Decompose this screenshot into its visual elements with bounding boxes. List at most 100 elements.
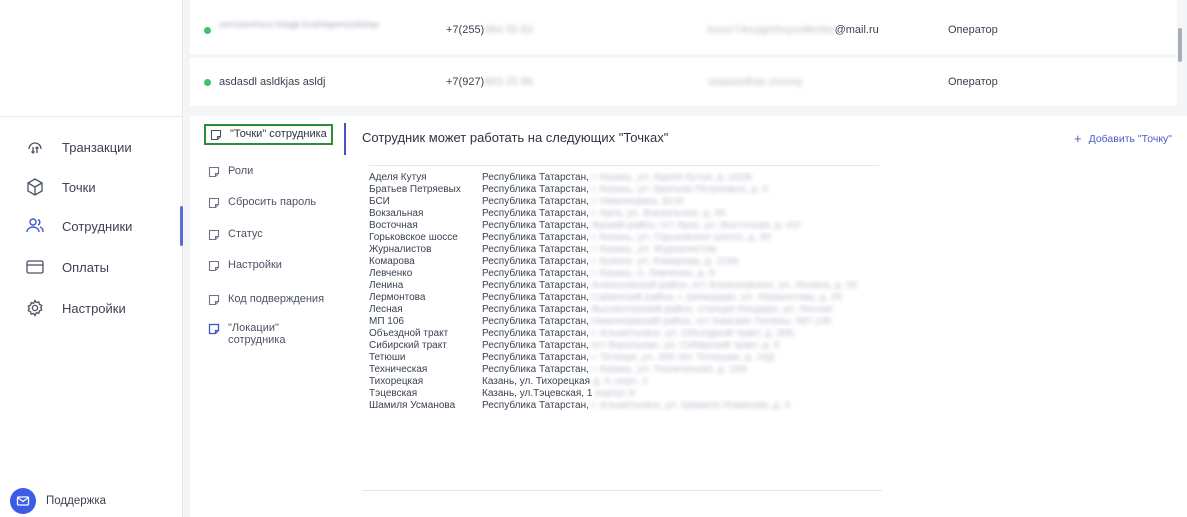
table-row[interactable]: Восточная Республика Татарстан, Арский рай… xyxy=(369,220,879,232)
employee-name: asdasdl asldkjas asldj xyxy=(219,76,326,88)
sidebar-item-label: Настройки xyxy=(62,300,126,316)
point-address-visible: Республика Татарстан, xyxy=(482,316,589,327)
sidebar-item-label: Сотрудники xyxy=(62,218,133,234)
point-address-visible: Республика Татарстан, xyxy=(482,352,589,363)
point-address-hidden: г. Казань, п. Левченко, д. 9 xyxy=(591,268,715,279)
tab-settings[interactable]: Настройки xyxy=(208,259,282,272)
table-row[interactable]: Горьковское шоссе Республика Татарстан, г.… xyxy=(369,232,879,244)
tab-roles[interactable]: Роли xyxy=(208,165,253,178)
note-icon xyxy=(208,197,220,209)
employee-role: Оператор xyxy=(948,76,998,88)
point-address-hidden: корпус 8 xyxy=(595,388,635,399)
point-address: Республика Татарстан, г. Казань, п. Левче… xyxy=(482,268,879,280)
table-row[interactable]: Лермонтова Республика Татарстан, Сабинский… xyxy=(369,292,879,304)
tab-status[interactable]: Статус xyxy=(208,228,263,241)
employee-email: ssaasodhac.mxsxq xyxy=(708,76,802,88)
sidebar-item-transactions[interactable]: Транзакции xyxy=(0,128,183,166)
tab-confirmation-code[interactable]: Код подверждения xyxy=(208,293,324,306)
note-icon xyxy=(210,129,222,141)
point-name: МП 106 xyxy=(369,316,404,327)
table-row[interactable]: Комарова Республика Татарстан, г. Буинск, … xyxy=(369,256,879,268)
table-row[interactable]: Тэцевская Казань, ул.Тэцевская, 1 корпус 8 xyxy=(369,388,879,400)
point-address: Республика Татарстан, г. Казань, ул. Журн… xyxy=(482,244,879,256)
employee-row[interactable]: yamxylumhwuu khtqgk Ecsjrhkgwmzyskickgc … xyxy=(190,6,1177,54)
point-address-visible: Республика Татарстан, xyxy=(482,232,589,243)
tab-label: Код подверждения xyxy=(228,293,325,305)
table-row[interactable]: Вокзальная Республика Татарстан, г. Арск, … xyxy=(369,208,879,220)
sidebar-divider xyxy=(0,116,183,117)
point-address-visible: Республика Татарстан, xyxy=(482,364,589,375)
table-row[interactable]: Шамиля Усманова Республика Татарстан, г. А… xyxy=(369,400,879,412)
tab-reset-password[interactable]: Сбросить пароль xyxy=(208,196,316,209)
table-row[interactable]: МП 106 Республика Татарстан, Нижнекамский … xyxy=(369,316,879,328)
users-icon xyxy=(25,216,45,236)
point-address: Республика Татарстан, Арский район, пгт А… xyxy=(482,220,879,232)
point-address: Республика Татарстан, Алексеевский район,… xyxy=(482,280,879,292)
table-row[interactable]: Тетюши Республика Татарстан, г. Тетюши, ул… xyxy=(369,352,879,364)
table-row[interactable]: Сибирский тракт Республика Татарстан, пгт … xyxy=(369,340,879,352)
point-address-hidden: г. Альметьевск, ул. Шамиля Усманова, д. … xyxy=(591,400,791,411)
status-online-dot xyxy=(204,26,211,34)
point-name: Сибирский тракт xyxy=(369,340,447,351)
point-name: Объездной тракт xyxy=(369,328,449,339)
tab-label: Настройки xyxy=(228,259,282,271)
add-point-button[interactable]: + Добавить "Точку" xyxy=(1074,131,1172,146)
table-row[interactable]: Аделя Кутуя Республика Татарстан, г. Казан… xyxy=(369,172,879,184)
point-address-hidden: г. Казань, ул. Аделя Кутуя, д. 161В xyxy=(591,172,752,183)
table-row[interactable]: Техническая Республика Татарстан, г. Казан… xyxy=(369,364,879,376)
sidebar-item-payments[interactable]: Оплаты xyxy=(0,248,183,286)
point-address-visible: Республика Татарстан, xyxy=(482,340,589,351)
point-address-visible: Казань, ул. Тихорецкая xyxy=(482,376,591,387)
employee-role: Оператор xyxy=(948,24,998,36)
point-address: Казань, ул.Тэцевская, 1 корпус 8 xyxy=(482,388,879,400)
table-row[interactable]: Братьев Петряевых Республика Татарстан, г.… xyxy=(369,184,879,196)
sidebar-item-settings[interactable]: Настройки xyxy=(0,289,183,327)
point-address-hidden: г. Казань, ул. Горьковское шоссе, д. 30 xyxy=(591,232,771,243)
point-address: Республика Татарстан, г. Казань, ул. Адел… xyxy=(482,172,879,184)
note-icon xyxy=(208,166,220,178)
point-address-hidden: Алексеевский район, пгт Алексеевское, ул… xyxy=(591,280,858,291)
point-name: Техническая xyxy=(369,364,428,375)
table-bottom-divider xyxy=(362,490,882,491)
table-row[interactable]: Лесная Республика Татарстан, Высокогорский… xyxy=(369,304,879,316)
table-row[interactable]: БСИ Республика Татарстан, г. Нижнекамск, Б… xyxy=(369,196,879,208)
point-address-visible: Республика Татарстан, xyxy=(482,304,589,315)
tab-employee-locations[interactable]: "Локации" сотрудника xyxy=(208,322,328,346)
point-address-visible: Республика Татарстан, xyxy=(482,172,589,183)
table-row[interactable]: Ленина Республика Татарстан, Алексеевский … xyxy=(369,280,879,292)
point-address-hidden: г. Казань, ул. Журналистов xyxy=(591,244,717,255)
table-row[interactable]: Объездной тракт Республика Татарстан, г. А… xyxy=(369,328,879,340)
point-address: Республика Татарстан, г. Альметьевск, ул.… xyxy=(482,400,879,412)
point-name: БСИ xyxy=(369,196,390,207)
tab-label: "Локации" сотрудника xyxy=(228,322,286,346)
table-row[interactable]: Левченко Республика Татарстан, г. Казань, … xyxy=(369,268,879,280)
point-address-visible: Республика Татарстан, xyxy=(482,220,589,231)
point-address: Республика Татарстан, г. Казань, ул. Горь… xyxy=(482,232,879,244)
point-name: Аделя Кутуя xyxy=(369,172,427,183)
sidebar-item-points[interactable]: Точки xyxy=(0,168,183,206)
note-icon xyxy=(208,260,220,272)
point-name: Ленина xyxy=(369,280,404,291)
note-icon xyxy=(208,229,220,241)
employee-row[interactable]: asdasdl asldkjas asldj +7(927)863 25 86 … xyxy=(190,58,1177,106)
point-address: Республика Татарстан, г. Казань, ул. Техн… xyxy=(482,364,879,376)
table-row[interactable]: Тихорецкая Казань, ул. Тихорецкая д. 6, ко… xyxy=(369,376,879,388)
scrollbar-thumb[interactable] xyxy=(1178,28,1182,62)
note-icon xyxy=(208,323,220,335)
support-label: Поддержка xyxy=(46,495,106,507)
support-button[interactable]: Поддержка xyxy=(10,488,106,514)
sidebar-item-employees[interactable]: Сотрудники xyxy=(0,207,183,245)
employee-phone: +7(255)984 55 63 xyxy=(446,24,534,36)
point-address: Республика Татарстан, г. Тетюши, ул. 200 … xyxy=(482,352,879,364)
point-address-hidden: Арский район, пгт Арск, ул. Восточная, д… xyxy=(591,220,803,231)
table-row[interactable]: Журналистов Республика Татарстан, г. Казан… xyxy=(369,244,879,256)
point-address-hidden: г. Арск, ул. Вокзальная, д. 90 xyxy=(591,208,726,219)
tab-employee-points[interactable]: "Точки" сотрудника xyxy=(204,124,333,145)
point-address-hidden: г. Тетюши, ул. 200 лет Тетюшам, д. 14Д xyxy=(591,352,775,363)
point-address-visible: Республика Татарстан, xyxy=(482,400,589,411)
point-address-hidden: пгт Васильево, ул. Сибирский тракт, д. 6 xyxy=(591,340,780,351)
point-address-hidden: Сабинский район, г. Шемордан, ул. Лермон… xyxy=(591,292,842,303)
point-address: Республика Татарстан, г. Нижнекамск, БСИ xyxy=(482,196,879,208)
add-point-label: Добавить "Точку" xyxy=(1088,132,1173,145)
point-address-visible: Республика Татарстан, xyxy=(482,280,589,291)
